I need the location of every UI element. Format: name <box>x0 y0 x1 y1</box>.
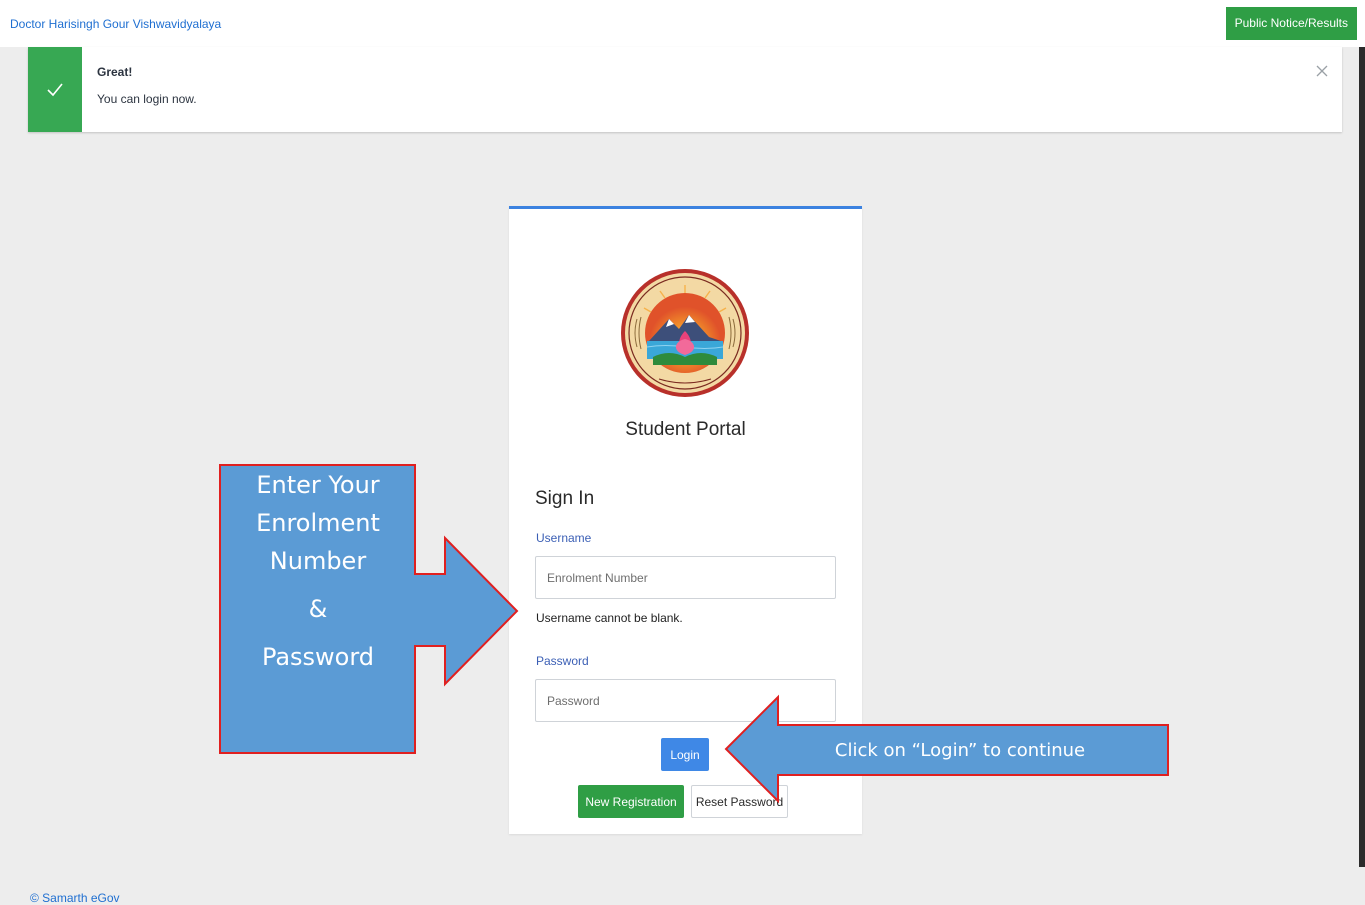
login-hint-text: Click on “Login” to continue <box>834 740 1086 761</box>
password-input[interactable] <box>535 679 836 722</box>
alert-title: Great! <box>97 65 133 79</box>
password-label: Password <box>536 654 589 668</box>
callout-line: Password <box>261 643 375 671</box>
alert-status <box>28 47 82 132</box>
footer-copyright: © Samarth eGov <box>30 891 120 905</box>
callout-line: Number <box>269 547 367 575</box>
reset-password-button[interactable]: Reset Password <box>691 785 788 818</box>
top-bar: Doctor Harisingh Gour Vishwavidyalaya Pu… <box>0 0 1365 47</box>
new-registration-button[interactable]: New Registration <box>578 785 684 818</box>
login-button[interactable]: Login <box>661 738 709 771</box>
portal-name: Student Portal <box>625 419 746 440</box>
callout-line: Enrolment <box>256 509 380 537</box>
university-name-link[interactable]: Doctor Harisingh Gour Vishwavidyalaya <box>10 17 221 31</box>
callout-line: & <box>308 595 328 623</box>
check-icon <box>47 82 63 96</box>
page-scrollbar[interactable] <box>1359 47 1365 867</box>
close-icon[interactable] <box>1314 63 1330 79</box>
sign-in-heading: Sign In <box>535 488 595 509</box>
username-error: Username cannot be blank. <box>536 611 683 625</box>
callout-line: Enter Your <box>256 471 380 499</box>
university-seal-logo <box>621 269 749 397</box>
success-alert: Great! You can login now. <box>28 47 1342 132</box>
public-notice-button[interactable]: Public Notice/Results <box>1225 7 1357 40</box>
enter-credentials-callout-text: Enter Your Enrolment Number & Password <box>221 466 415 676</box>
username-input[interactable] <box>535 556 836 599</box>
username-label: Username <box>536 531 592 545</box>
alert-message: You can login now. <box>97 92 197 106</box>
